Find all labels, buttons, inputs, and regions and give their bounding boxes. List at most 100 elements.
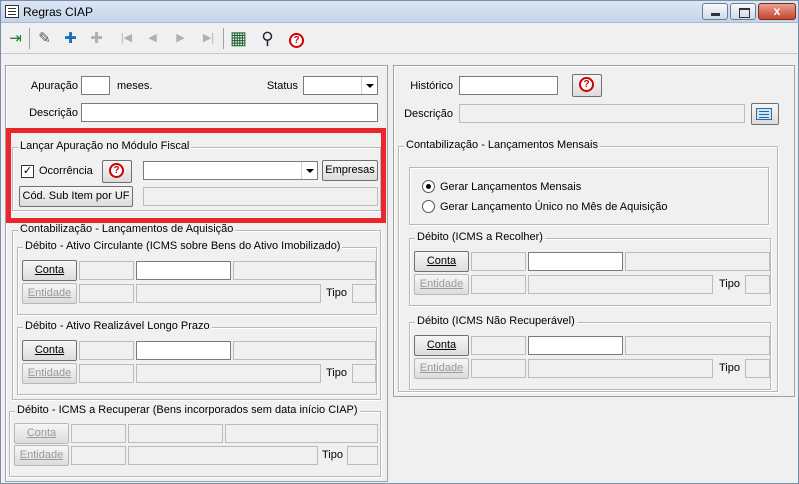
remove-icon[interactable]: ✚ <box>85 27 108 50</box>
gerar-unico-radio[interactable] <box>422 200 435 213</box>
conta-description-field <box>625 336 770 355</box>
entidade-button[interactable]: Entidade <box>14 445 69 466</box>
ativo-circulante-legend: Débito - Ativo Circulante (ICMS sobre Be… <box>23 240 343 252</box>
highlight-box <box>6 128 386 223</box>
tipo-label: Tipo <box>326 287 347 299</box>
entidade-button[interactable]: Entidade <box>22 363 77 384</box>
next-icon[interactable]: ▶ <box>169 27 192 50</box>
descricao-lookup-button[interactable] <box>751 103 779 125</box>
conta-code-field <box>71 424 126 443</box>
entidade-label: Entidade <box>27 287 72 299</box>
aquisicao-legend: Contabilização - Lançamentos de Aquisiçã… <box>18 223 236 235</box>
help-button[interactable]: ? <box>285 27 308 50</box>
conta-description-field <box>225 424 378 443</box>
conta-code-field <box>79 261 134 280</box>
entidade-code-field <box>79 284 134 303</box>
close-icon: x <box>773 4 781 18</box>
conta-code-field <box>471 336 526 355</box>
conta-button[interactable]: Conta <box>14 423 69 444</box>
help-icon: ? <box>289 33 304 48</box>
window-title: Regras CIAP <box>23 5 94 19</box>
entidade-button[interactable]: Entidade <box>414 358 469 379</box>
icms-recuperar-group: Débito - ICMS a Recuperar (Bens incorpor… <box>9 404 381 477</box>
conta-label: Conta <box>34 264 65 276</box>
help-icon: ? <box>579 77 594 92</box>
ativo-realizavel-group: Débito - Ativo Realizável Longo Prazo Co… <box>17 320 377 395</box>
tipo-field <box>347 446 378 465</box>
ativo-circulante-group: Débito - Ativo Circulante (ICMS sobre Be… <box>17 240 377 315</box>
icms-recolher-legend: Débito (ICMS a Recolher) <box>415 231 545 243</box>
entidade-button[interactable]: Entidade <box>22 283 77 304</box>
tipo-label: Tipo <box>719 278 740 290</box>
list-icon[interactable]: ▦ <box>227 27 250 50</box>
toolbar-separator <box>29 28 30 49</box>
conta-button[interactable]: Conta <box>22 340 77 361</box>
gerar-unico-label: Gerar Lançamento Único no Mês de Aquisiç… <box>440 201 668 213</box>
entidade-description-field <box>528 275 713 294</box>
maximize-button[interactable] <box>730 3 756 20</box>
icms-recuperar-legend: Débito - ICMS a Recuperar (Bens incorpor… <box>15 404 360 416</box>
search-icon[interactable]: ⚲ <box>256 27 279 50</box>
icms-nao-recuperavel-group: Débito (ICMS Não Recuperável) Conta Enti… <box>409 315 771 390</box>
entidade-code-field <box>71 446 126 465</box>
aquisicao-group: Contabilização - Lançamentos de Aquisiçã… <box>12 223 381 400</box>
entidade-label: Entidade <box>419 362 464 374</box>
descricao-label: Descrição <box>29 107 78 119</box>
mensais-options-box: Gerar Lançamentos Mensais Gerar Lançamen… <box>409 167 769 225</box>
entidade-label: Entidade <box>19 449 64 461</box>
conta-button[interactable]: Conta <box>414 251 469 272</box>
conta-description-field <box>233 261 376 280</box>
close-button[interactable]: x <box>758 3 796 20</box>
status-select[interactable] <box>303 76 378 95</box>
conta-label: Conta <box>34 344 65 356</box>
entidade-button[interactable]: Entidade <box>414 274 469 295</box>
icms-nao-recuperavel-legend: Débito (ICMS Não Recuperável) <box>415 315 577 327</box>
apuracao-input[interactable] <box>81 76 110 95</box>
minimize-button[interactable] <box>702 3 728 20</box>
gerar-mensais-radio[interactable] <box>422 180 435 193</box>
entidade-description-field <box>136 364 321 383</box>
conta-input[interactable] <box>136 341 231 360</box>
conta-label: Conta <box>426 339 457 351</box>
prev-icon[interactable]: ◀ <box>141 27 164 50</box>
mensais-group: Contabilização - Lançamentos Mensais Ger… <box>398 139 778 392</box>
conta-button[interactable]: Conta <box>22 260 77 281</box>
descricao-label: Descrição <box>404 108 453 120</box>
tipo-label: Tipo <box>326 367 347 379</box>
conta-label: Conta <box>426 255 457 267</box>
conta-input[interactable] <box>128 424 223 443</box>
historico-help-button[interactable]: ? <box>572 74 602 97</box>
tipo-field <box>745 275 770 294</box>
tipo-label: Tipo <box>719 362 740 374</box>
exit-icon[interactable]: ⇥ <box>4 27 27 50</box>
descricao-input[interactable] <box>81 103 378 122</box>
conta-input[interactable] <box>528 252 623 271</box>
conta-description-field <box>625 252 770 271</box>
conta-input[interactable] <box>136 261 231 280</box>
window-icon <box>5 5 19 18</box>
historico-input[interactable] <box>459 76 558 95</box>
edit-icon[interactable]: ✎ <box>33 27 56 50</box>
mensais-legend: Contabilização - Lançamentos Mensais <box>404 139 600 151</box>
entidade-label: Entidade <box>27 367 72 379</box>
conta-code-field <box>79 341 134 360</box>
meses-label: meses. <box>117 80 153 92</box>
conta-button[interactable]: Conta <box>414 335 469 356</box>
toolbar: ⇥ ✎ ✚ ✚ |◀ ◀ ▶ ▶| ▦ ⚲ ? <box>1 24 798 54</box>
chevron-down-icon[interactable] <box>361 77 377 94</box>
list-icon <box>756 108 772 120</box>
add-icon[interactable]: ✚ <box>59 27 82 50</box>
entidade-label: Entidade <box>419 278 464 290</box>
conta-label: Conta <box>26 427 57 439</box>
descricao-field <box>459 104 745 123</box>
last-icon[interactable]: ▶| <box>197 27 220 50</box>
conta-description-field <box>233 341 376 360</box>
entidade-description-field <box>136 284 321 303</box>
title-bar[interactable]: Regras CIAP x <box>1 1 798 23</box>
gerar-mensais-label: Gerar Lançamentos Mensais <box>440 181 582 193</box>
ativo-realizavel-legend: Débito - Ativo Realizável Longo Prazo <box>23 320 212 332</box>
first-icon[interactable]: |◀ <box>115 27 138 50</box>
conta-input[interactable] <box>528 336 623 355</box>
entidade-code-field <box>471 275 526 294</box>
tipo-field <box>352 284 376 303</box>
